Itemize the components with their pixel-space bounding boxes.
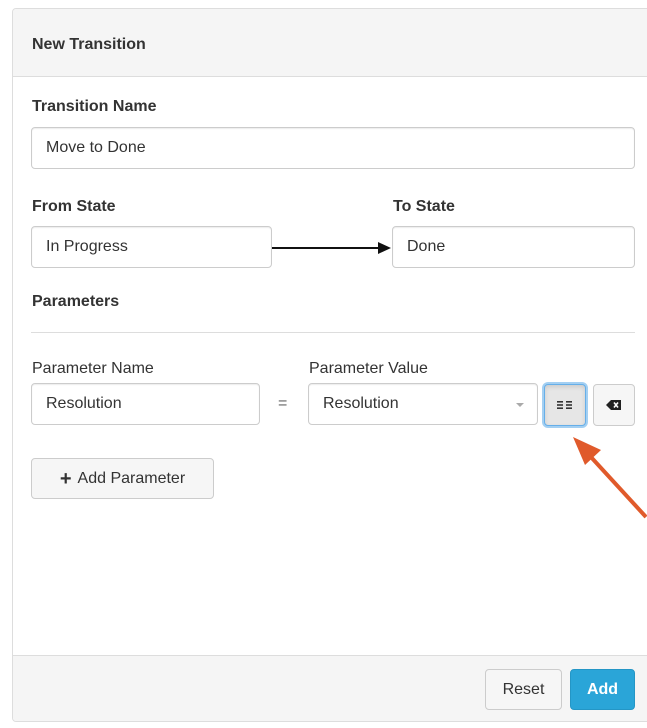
arrow-right-icon	[378, 242, 391, 254]
parameter-name-input[interactable]: Resolution	[31, 383, 260, 425]
transition-name-label: Transition Name	[32, 98, 157, 115]
parameter-value-select[interactable]: Resolution	[308, 383, 538, 425]
to-state-label: To State	[393, 198, 455, 215]
add-parameter-button[interactable]: + Add Parameter	[31, 458, 214, 499]
equals-sign: =	[278, 395, 288, 412]
divider	[31, 332, 635, 333]
backspace-icon	[606, 400, 621, 410]
new-transition-panel: New Transition Transition Name Move to D…	[12, 8, 647, 722]
add-parameter-label: Add Parameter	[77, 469, 186, 487]
transition-arrow-line	[272, 247, 380, 249]
from-state-label: From State	[32, 198, 116, 215]
from-state-input[interactable]: In Progress	[31, 226, 272, 268]
chevron-down-icon	[516, 403, 524, 407]
plus-icon: +	[59, 467, 72, 490]
transition-name-input[interactable]: Move to Done	[31, 127, 635, 169]
panel-footer: Reset Add	[13, 655, 647, 721]
parameter-name-label: Parameter Name	[32, 360, 154, 377]
panel-title: New Transition	[32, 36, 146, 53]
reset-button[interactable]: Reset	[485, 669, 562, 710]
parameter-value-selected: Resolution	[323, 395, 399, 412]
list-toggle-icon	[557, 401, 572, 409]
clear-parameter-button[interactable]	[593, 384, 635, 426]
parameters-heading: Parameters	[32, 293, 120, 310]
parameter-value-label: Parameter Value	[309, 360, 428, 377]
list-toggle-button[interactable]	[544, 384, 586, 426]
to-state-input[interactable]: Done	[392, 226, 635, 268]
add-button[interactable]: Add	[570, 669, 635, 710]
panel-header: New Transition	[13, 9, 647, 77]
